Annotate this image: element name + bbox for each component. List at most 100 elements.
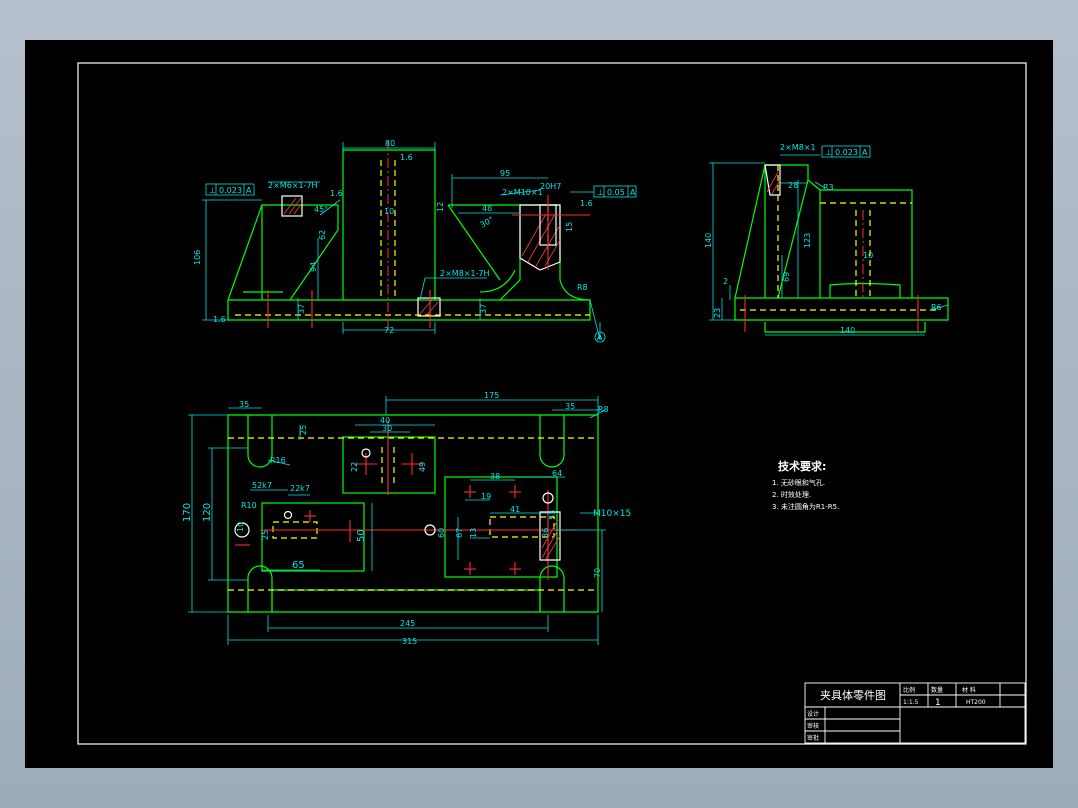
dim-side-r6: R6 xyxy=(931,303,942,312)
dim-top-53: 53 xyxy=(548,510,557,520)
side-view-labels: 2×M8×1 ⊥ 0.023 A 28 R3 140 123 69 10 2 2… xyxy=(704,143,942,335)
dim-front-15: 15 xyxy=(565,222,574,232)
dim-front-62: 62 xyxy=(318,230,327,240)
gdt-side-ref: A xyxy=(862,148,868,157)
note-top-m10: M10×15 xyxy=(593,509,631,519)
top-slot-left-upper xyxy=(247,415,273,468)
dim-front-45deg: 45° xyxy=(314,205,328,214)
note-front-fit: 20H7 xyxy=(540,182,561,191)
top-hole-2 xyxy=(283,510,293,520)
drawing-sheet[interactable]: 80 95 106 37 37 94 62 10 72 12 48 15 30°… xyxy=(25,40,1053,768)
dim-side-140v: 140 xyxy=(704,233,713,248)
side-base-outline xyxy=(734,297,949,321)
front-hatch xyxy=(281,195,561,317)
dim-front-106: 106 xyxy=(193,250,202,265)
dim-front-10: 10 xyxy=(384,207,394,216)
dim-top-25b: 25 xyxy=(261,530,270,540)
technical-requirements: 技术要求: 1. 无砂眼和气孔. 2. 时效处理. 3. 未注圆角为R1-R5. xyxy=(772,459,839,511)
dim-top-64: 64 xyxy=(552,469,562,478)
gdt-left-ref: A xyxy=(246,186,252,195)
notes-heading: 技术要求: xyxy=(778,459,826,473)
dim-top-r10: R10 xyxy=(241,501,257,510)
dim-top-245: 245 xyxy=(400,619,415,628)
note-item-1: 1. 无砂眼和气孔. xyxy=(772,478,825,487)
rough-front-4: 1.6 xyxy=(580,199,593,208)
dim-front-r8: R8 xyxy=(577,283,588,292)
dim-top-36: 36 xyxy=(541,528,550,538)
note-item-2: 2. 时效处理. xyxy=(772,490,811,499)
dim-top-r16: R16 xyxy=(270,456,286,465)
dim-top-22: 22 xyxy=(350,462,359,472)
note-side-tap: 2×M8×1 xyxy=(780,143,816,152)
dim-side-123: 123 xyxy=(803,233,812,248)
top-slot-left-lower xyxy=(247,565,273,612)
dim-top-10: 10 xyxy=(236,522,245,532)
dim-side-10: 10 xyxy=(863,251,873,260)
gdt-side-symbol: ⊥ xyxy=(825,148,832,157)
side-connector xyxy=(807,179,821,191)
note-front-tap-left: 2×M6×1-7H xyxy=(268,181,318,190)
dim-top-30: 30 xyxy=(382,424,392,433)
dim-top-315: 315 xyxy=(402,637,417,646)
dim-top-13: 13 xyxy=(469,528,478,538)
dim-top-25: 25 xyxy=(299,425,308,435)
title-block-material: HT200 xyxy=(966,699,986,706)
dim-side-28: 28 xyxy=(788,181,798,190)
drawing-canvas[interactable]: 80 95 106 37 37 94 62 10 72 12 48 15 30°… xyxy=(25,40,1053,768)
gdt-right-symbol: ⊥ xyxy=(597,188,604,197)
gdt-side-value: 0.023 xyxy=(835,148,858,157)
top-inner-rail xyxy=(271,589,541,612)
gdt-right-value: 0.05 xyxy=(607,188,625,197)
dim-top-35a: 35 xyxy=(239,400,249,409)
dim-front-30deg: 30° xyxy=(479,215,496,230)
title-block-col-material: 材 料 xyxy=(962,686,976,694)
dim-front-95: 95 xyxy=(500,169,510,178)
side-top-plate xyxy=(820,189,913,298)
dim-top-r8: R8 xyxy=(598,405,609,414)
gdt-left-symbol: ⊥ xyxy=(209,186,216,195)
drawing-frame xyxy=(77,62,1027,745)
top-view xyxy=(188,396,606,645)
top-slot-right-upper xyxy=(539,415,565,468)
note-front-tap-bottom: 2×M8×1-7H xyxy=(440,269,490,278)
title-block-row-drawn: 设计 xyxy=(807,710,819,718)
top-slot-right-lower xyxy=(539,565,565,612)
dim-side-140h: 140 xyxy=(840,326,855,335)
front-view-labels: 80 95 106 37 37 94 62 10 72 12 48 15 30°… xyxy=(193,139,636,342)
top-left-pocket xyxy=(261,502,365,572)
dim-side-23: 23 xyxy=(713,308,722,318)
dim-top-70: 70 xyxy=(593,568,602,578)
front-left-rib xyxy=(227,204,339,301)
rough-front-2: 1.6 xyxy=(330,189,343,198)
dim-top-22k7: 22k7 xyxy=(290,484,310,493)
rough-front-3: 1.6 xyxy=(213,315,226,324)
side-view xyxy=(709,145,949,336)
dim-top-175: 175 xyxy=(484,391,499,400)
dim-side-r3: R3 xyxy=(823,183,834,192)
rough-front-1: 1.6 xyxy=(400,153,413,162)
cad-viewport[interactable]: 80 95 106 37 37 94 62 10 72 12 48 15 30°… xyxy=(0,0,1078,808)
dim-front-94: 94 xyxy=(309,262,318,272)
title-block-col-qty: 数量 xyxy=(931,686,943,694)
dim-top-120: 120 xyxy=(202,503,213,522)
front-base-outline xyxy=(227,299,591,321)
datum-label: A xyxy=(597,333,603,342)
dim-top-60: 60 xyxy=(437,528,446,538)
dim-front-48: 48 xyxy=(482,204,492,213)
title-block-scale: 1:1.5 xyxy=(903,699,919,706)
note-item-3: 3. 未注圆角为R1-R5. xyxy=(772,502,839,511)
note-front-tap-right: 2×M10×1 xyxy=(502,188,543,197)
dim-front-12: 12 xyxy=(436,202,445,212)
dim-top-19: 19 xyxy=(481,492,491,501)
title-block[interactable]: 夹具体零件图 比例 数量 材 料 1:1.5 1 HT200 设计 审核 审批 xyxy=(804,682,1026,744)
title-block-row-checked: 审核 xyxy=(807,722,819,730)
title-block-drawing-title: 夹具体零件图 xyxy=(820,688,886,702)
dim-side-2: 2 xyxy=(723,277,728,286)
dim-front-37b: 37 xyxy=(479,304,488,314)
side-boss xyxy=(829,282,901,298)
dim-top-65: 65 xyxy=(292,560,305,571)
dim-front-80: 80 xyxy=(385,139,395,148)
dim-top-52k7: 52k7 xyxy=(252,481,272,490)
top-plate-outline xyxy=(227,414,599,613)
front-center-block xyxy=(342,149,436,300)
